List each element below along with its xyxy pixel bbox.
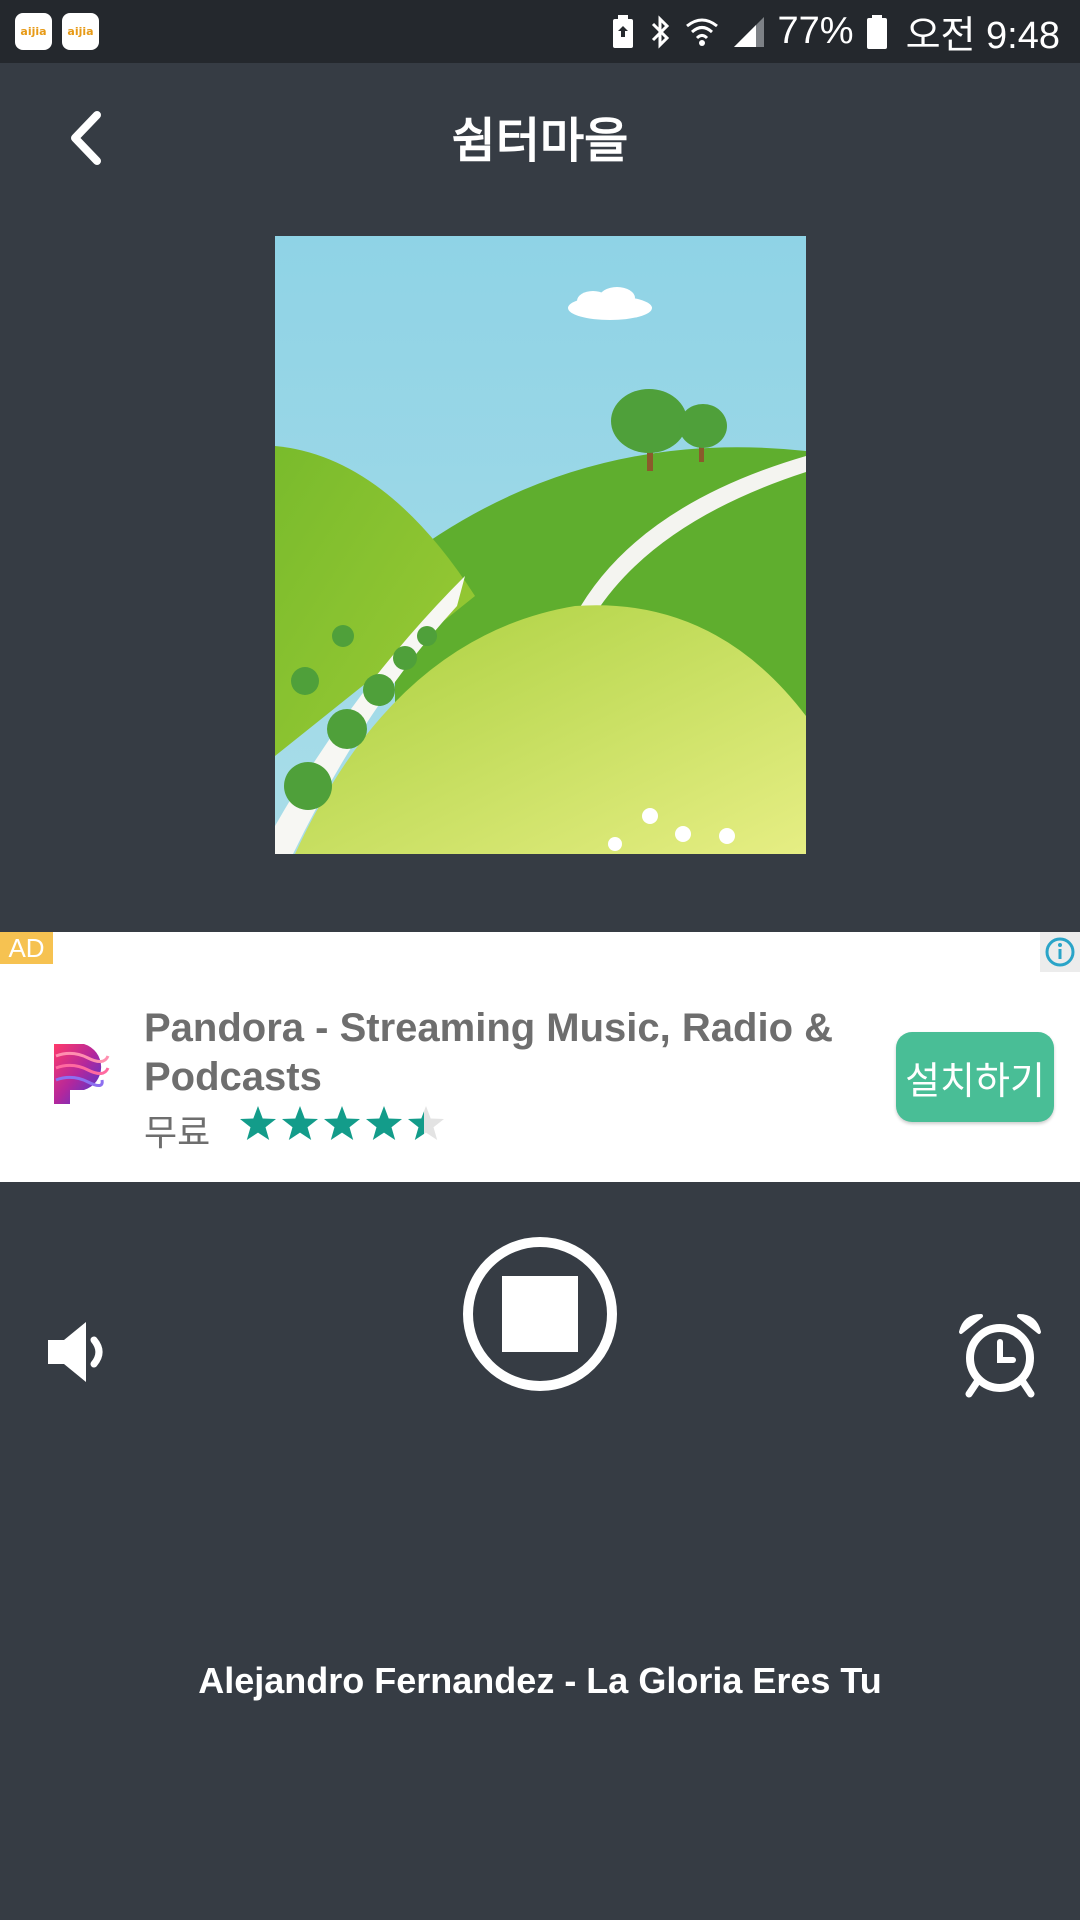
system-status: 77% 오전 9:48	[610, 4, 1060, 59]
clock: 오전 9:48	[905, 15, 1060, 57]
landscape-illustration	[275, 236, 806, 854]
star-rating-icon	[240, 1106, 444, 1140]
app-header: 쉼터마을	[0, 63, 1080, 208]
ad-banner[interactable]: AD Pandora - Streaming Music, Radio & Po…	[0, 932, 1080, 1182]
bluetooth-icon	[648, 14, 672, 50]
alarm-button[interactable]	[955, 1310, 1045, 1400]
info-icon	[1045, 937, 1075, 967]
ad-label: AD	[0, 932, 53, 964]
ad-info-button[interactable]	[1040, 932, 1080, 972]
app-notification-icon: aijia	[15, 13, 52, 50]
now-playing-track: Alejandro Fernandez - La Gloria Eres Tu	[198, 1660, 882, 1701]
ad-title: Pandora - Streaming Music, Radio & Podca…	[144, 1006, 834, 1099]
stop-button[interactable]	[460, 1234, 620, 1394]
pandora-logo	[52, 1042, 110, 1106]
stop-icon	[463, 1237, 617, 1391]
notification-icons: aijia aijia	[15, 13, 99, 50]
back-button[interactable]	[50, 103, 120, 173]
signal-icon	[732, 15, 766, 49]
ad-price: 무료	[144, 1112, 211, 1153]
volume-button[interactable]	[40, 1312, 120, 1392]
alarm-clock-icon	[959, 1314, 1041, 1398]
status-bar: aijia aijia 77% 오전 9:48	[0, 0, 1080, 63]
page-title: 쉼터마을	[451, 114, 629, 168]
app-notification-icon: aijia	[62, 13, 99, 50]
album-art	[275, 236, 806, 854]
install-button[interactable]: 설치하기	[896, 1032, 1054, 1122]
wifi-icon	[684, 14, 720, 50]
battery-icon	[866, 14, 888, 50]
speaker-icon	[48, 1322, 103, 1382]
ad-rating	[238, 1104, 448, 1144]
battery-saver-icon	[610, 14, 636, 50]
battery-percent: 77%	[777, 10, 854, 52]
chevron-left-icon	[71, 111, 101, 165]
